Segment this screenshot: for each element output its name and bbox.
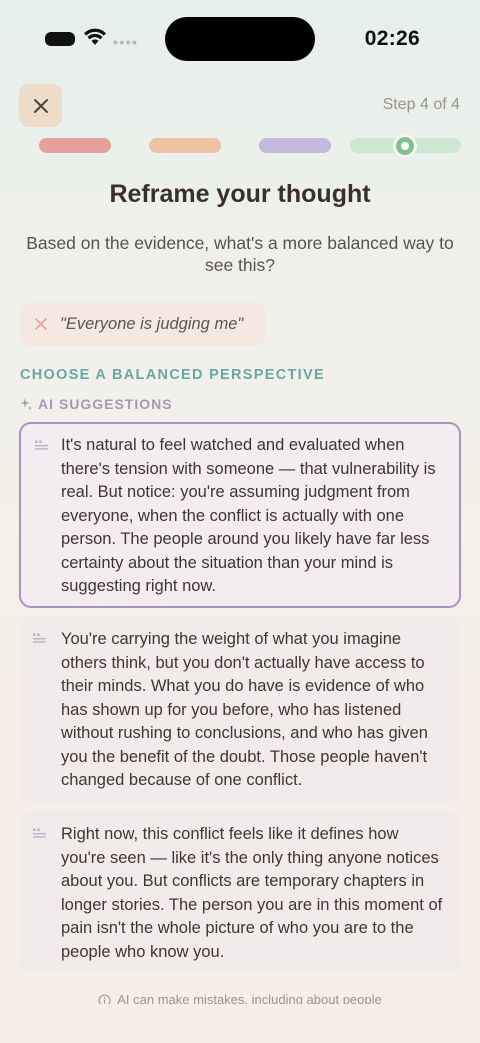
status-bar: 02:26 bbox=[0, 0, 480, 78]
disclaimer-text: AI can make mistakes, including about pe… bbox=[117, 992, 382, 1004]
suggestion-card-1[interactable]: It's natural to feel watched and evaluat… bbox=[19, 422, 461, 608]
suggestion-text: You're carrying the weight of what you i… bbox=[61, 630, 428, 789]
progress-marker-dot bbox=[401, 142, 409, 150]
cellular-dots-icon bbox=[113, 40, 137, 45]
quote-icon bbox=[33, 828, 46, 838]
page-title: Reframe your thought bbox=[109, 180, 371, 208]
info-icon bbox=[98, 993, 111, 1004]
ai-disclaimer: AI can make mistakes, including about pe… bbox=[0, 992, 480, 1004]
original-thought-text: "Everyone is judging me" bbox=[60, 314, 244, 333]
sparkle-icon bbox=[20, 398, 32, 410]
wifi-icon bbox=[84, 28, 106, 45]
page-subtitle: Based on the evidence, what's a more bal… bbox=[26, 233, 454, 275]
suggestion-card-3[interactable]: Right now, this conflict feels like it d… bbox=[19, 812, 461, 973]
progress-current-marker bbox=[393, 134, 417, 158]
suggestion-text: Right now, this conflict feels like it d… bbox=[61, 825, 443, 961]
original-thought-chip: "Everyone is judging me" bbox=[20, 302, 266, 346]
status-time: 02:26 bbox=[364, 27, 420, 50]
progress-segment-2 bbox=[149, 138, 221, 153]
section-heading: CHOOSE A BALANCED PERSPECTIVE bbox=[20, 367, 325, 383]
progress-segment-1 bbox=[39, 138, 111, 153]
quote-icon bbox=[33, 633, 46, 643]
ai-suggestions-text: AI SUGGESTIONS bbox=[38, 396, 173, 412]
suggestion-card-2[interactable]: You're carrying the weight of what you i… bbox=[19, 617, 461, 802]
step-indicator: Step 4 of 4 bbox=[382, 96, 460, 113]
suggestion-text: It's natural to feel watched and evaluat… bbox=[61, 436, 436, 595]
signal-icon bbox=[45, 32, 75, 46]
progress-bar bbox=[39, 134, 461, 158]
quote-icon bbox=[35, 440, 48, 450]
dynamic-island bbox=[165, 17, 315, 61]
close-button[interactable] bbox=[19, 84, 62, 127]
close-icon bbox=[33, 98, 48, 113]
progress-segment-3 bbox=[259, 138, 331, 153]
ai-suggestions-label: AI SUGGESTIONS bbox=[20, 396, 173, 412]
close-icon bbox=[35, 318, 47, 330]
